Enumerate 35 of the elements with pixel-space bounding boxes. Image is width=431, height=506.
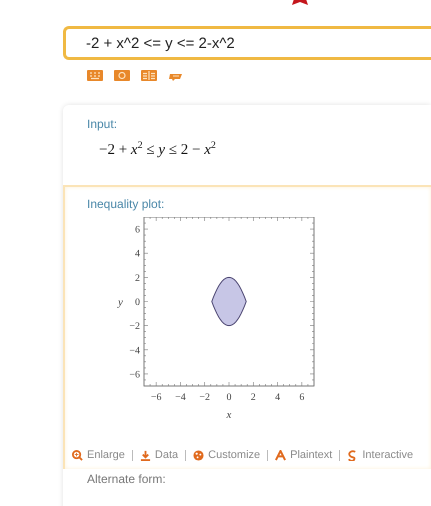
region-shape [211, 276, 247, 326]
keyboard-icon[interactable] [87, 70, 103, 81]
axis-label: y [118, 296, 123, 308]
tick-label: 4 [275, 392, 280, 403]
tick-label: 2 [135, 272, 140, 284]
pod-action-link[interactable]: Interactive [339, 450, 420, 461]
pod-title: Alternate form: [87, 472, 167, 486]
pod-action-link[interactable]: Enlarge [72, 450, 132, 461]
tick-label: −6 [150, 392, 162, 403]
tick-label: −4 [175, 392, 186, 403]
tick-label: −6 [129, 369, 140, 380]
tick-label: 0 [135, 297, 140, 308]
tick-label: −2 [129, 321, 140, 332]
table-icon[interactable] [141, 70, 157, 81]
axis-label: x [226, 409, 232, 421]
tick-label: −4 [129, 345, 140, 356]
tick-label: 0 [226, 392, 232, 403]
camera-icon[interactable] [114, 70, 130, 81]
letter-a-icon [275, 450, 286, 461]
tick-label: −2 [199, 392, 210, 403]
magnifier-icon [72, 450, 83, 461]
pod-action-link[interactable]: Data [132, 450, 186, 461]
swirl-icon [347, 450, 358, 461]
tick-label: 6 [135, 224, 140, 236]
tick-label: 2 [250, 392, 256, 403]
download-icon [140, 450, 151, 461]
math-expression: −2 + x$^{2}$ ≤ y ≤ 2 − x$^{2}$ [99, 140, 217, 159]
tick-label: 6 [299, 392, 304, 403]
pod-title: Input: [87, 117, 118, 131]
tick-label: 4 [135, 248, 140, 260]
pod-action-link[interactable]: Customize [185, 450, 268, 461]
pod-title: Inequality plot: [87, 197, 166, 211]
search-field[interactable]: -2 + x^2 <= y <= 2-x^2 [63, 26, 431, 60]
pod-action-link[interactable]: Plaintext [267, 450, 340, 461]
palette-icon [193, 450, 204, 461]
